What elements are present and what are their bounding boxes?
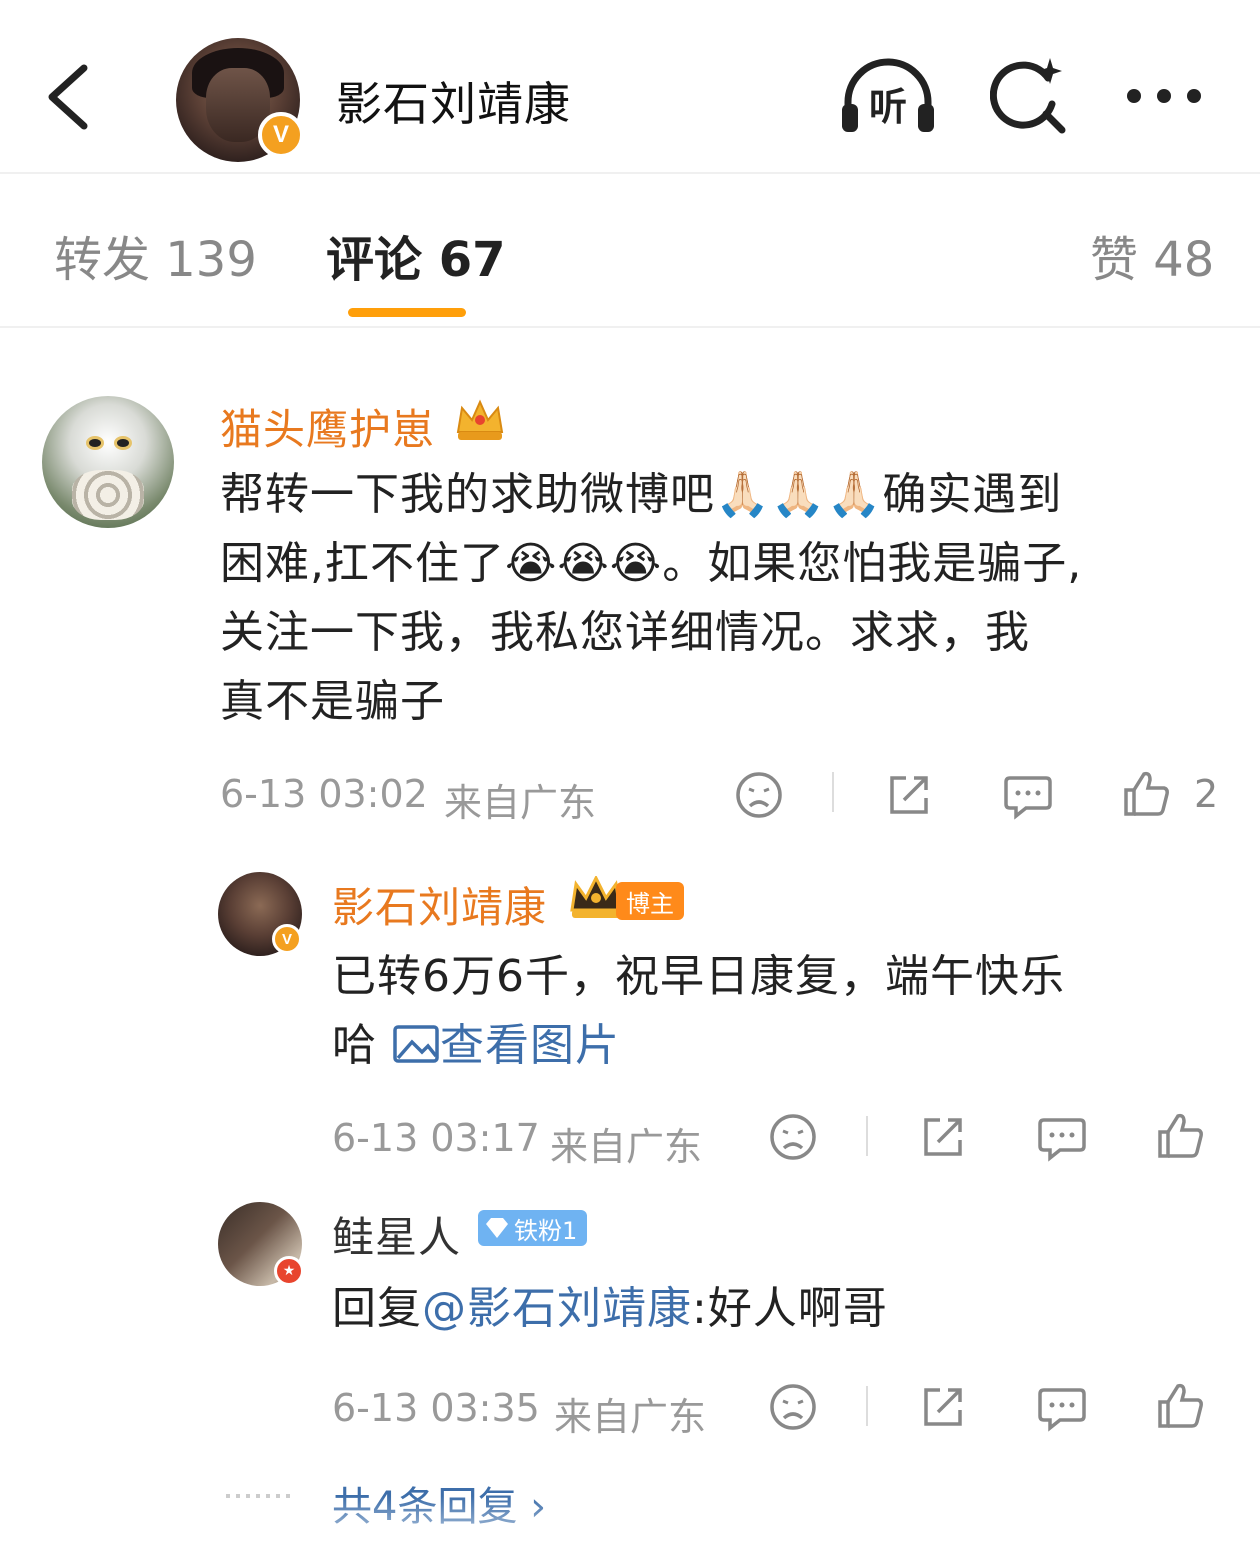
reply2-time: 6-13 03:35: [332, 1386, 540, 1430]
reply2-avatar[interactable]: ★: [218, 1202, 304, 1286]
owl-eye-left: [86, 436, 104, 450]
like-icon[interactable]: [1120, 768, 1172, 820]
comment-text-line2: 困难,扛不住了😭😭😭。如果您怕我是骗子,: [220, 538, 1083, 589]
mention-link[interactable]: @影石刘靖康: [422, 1283, 692, 1334]
listen-label: 听: [869, 85, 907, 129]
reply-icon[interactable]: [1036, 1112, 1088, 1162]
reply-icon[interactable]: [1036, 1382, 1088, 1432]
owl-eye-right: [114, 436, 132, 450]
diamond-icon: [486, 1218, 508, 1238]
comment-text-line4: 真不是骗子: [220, 676, 445, 727]
action-divider: [866, 1116, 868, 1156]
image-icon: [393, 1025, 439, 1063]
share-icon[interactable]: [918, 1112, 968, 1162]
comment-text-line3: 关注一下我，我私您详细情况。求求，我: [220, 607, 1030, 658]
like-icon[interactable]: [1154, 1110, 1206, 1162]
action-divider: [832, 772, 834, 812]
bottom-fade: [0, 1496, 1260, 1557]
dislike-icon[interactable]: [768, 1382, 818, 1432]
profile-avatar[interactable]: V: [176, 38, 304, 162]
owl-skulls: [72, 470, 144, 520]
view-image-label: 查看图片: [440, 1020, 620, 1071]
view-image-link[interactable]: 查看图片: [392, 1020, 620, 1071]
tab-likes[interactable]: 赞 48: [1090, 220, 1214, 290]
reply2-text: 回复@影石刘靖康:好人啊哥: [332, 1274, 888, 1343]
verified-badge: V: [258, 112, 304, 158]
tab-reposts[interactable]: 转发 139: [54, 220, 257, 290]
reply1-time: 6-13 03:17: [332, 1116, 540, 1160]
reply1-text-line1: 已转6万6千，祝早日康复，端午快乐: [332, 951, 1065, 1002]
reply-icon[interactable]: [1002, 770, 1054, 820]
reply2-location: 来自广东: [554, 1395, 707, 1439]
dislike-icon[interactable]: [734, 770, 784, 820]
fan-badge-label: 铁粉1: [514, 1216, 578, 1245]
page-title[interactable]: 影石刘靖康: [336, 68, 571, 134]
reply2-content: :好人啊哥: [692, 1283, 888, 1334]
fan-badge: 铁粉1: [478, 1210, 588, 1246]
vip-crown-icon: [456, 399, 504, 440]
share-icon[interactable]: [918, 1382, 968, 1432]
verified-badge: V: [272, 924, 302, 954]
reply2-prefix: 回复: [332, 1283, 422, 1334]
back-icon[interactable]: [40, 62, 100, 132]
more-icon[interactable]: [1124, 86, 1204, 106]
listen-icon[interactable]: 听: [838, 58, 938, 136]
tab-comments[interactable]: 评论 67: [326, 220, 506, 290]
reply1-text-prefix: 哈: [332, 1020, 392, 1071]
comment-text-line1: 帮转一下我的求助微博吧🙏🏻🙏🏻🙏🏻确实遇到: [220, 469, 1063, 520]
reply1-location: 来自广东: [550, 1125, 703, 1169]
share-icon[interactable]: [884, 770, 934, 820]
action-divider: [866, 1386, 868, 1426]
tab-bar: 转发 139 评论 67 赞 48: [0, 176, 1260, 328]
comment-username[interactable]: 猫头鹰护崽: [220, 396, 435, 457]
search-sparkle-icon[interactable]: [990, 56, 1070, 136]
top-bar: V 影石刘靖康 听: [0, 0, 1260, 174]
dislike-icon[interactable]: [768, 1112, 818, 1162]
star-badge-icon: ★: [274, 1256, 304, 1286]
like-icon[interactable]: [1154, 1380, 1206, 1432]
like-count: 2: [1194, 772, 1219, 816]
active-tab-indicator: [348, 308, 466, 317]
reply1-username[interactable]: 影石刘靖康: [332, 874, 547, 935]
author-badge: 博主: [616, 882, 684, 920]
reply1-avatar[interactable]: V: [218, 872, 302, 956]
reply2-username[interactable]: 鲑星人: [332, 1204, 461, 1265]
comment-location: 来自广东: [444, 781, 597, 825]
commenter-avatar[interactable]: [42, 396, 174, 528]
comment-time: 6-13 03:02: [220, 772, 428, 816]
reply1-text-line2: 哈 查看图片: [332, 1011, 620, 1080]
